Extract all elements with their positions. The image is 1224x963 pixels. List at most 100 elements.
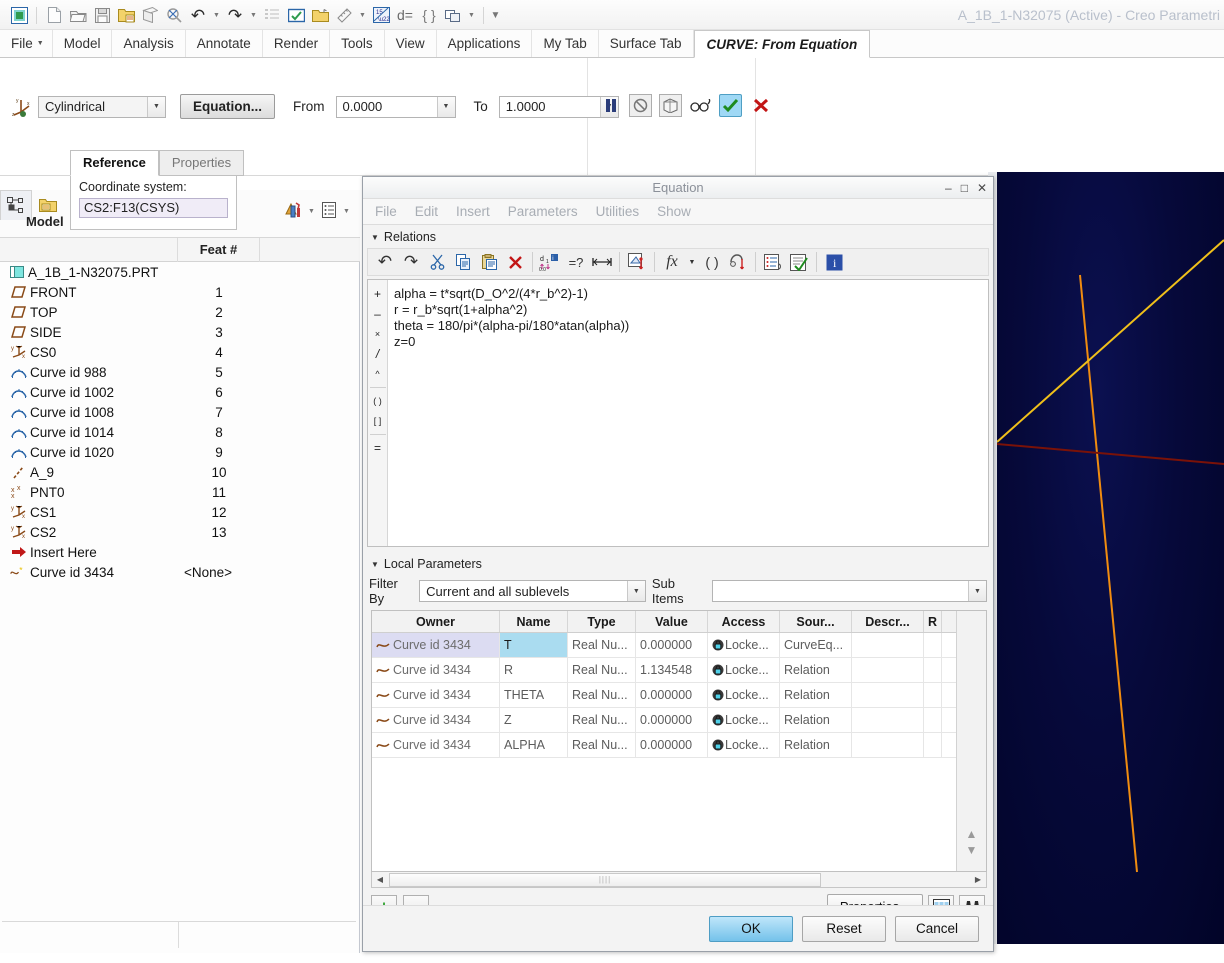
reference-tab[interactable]: Reference [70, 150, 159, 176]
lp-cell-access[interactable]: Locke... [708, 633, 780, 657]
save-icon[interactable] [91, 4, 113, 26]
lp-table-row[interactable]: Curve id 3434ALPHAReal Nu...0.000000Lock… [372, 733, 956, 758]
tree-row-cs0[interactable]: xyCS04 [2, 342, 358, 362]
lp-cell-name[interactable]: T [500, 633, 568, 657]
lp-table-row[interactable]: Curve id 3434ZReal Nu...0.000000Locke...… [372, 708, 956, 733]
lp-cell-source[interactable]: CurveEq... [780, 633, 852, 657]
window-dropdown-icon[interactable]: ▼ [466, 4, 477, 26]
lp-cell-access[interactable]: Locke... [708, 733, 780, 757]
lp-cell-restricted[interactable] [924, 683, 942, 707]
lp-cell-description[interactable] [852, 708, 924, 732]
lp-cell-type[interactable]: Real Nu... [568, 733, 636, 757]
lp-cell-owner[interactable]: Curve id 3434 [372, 708, 500, 732]
lp-cell-value[interactable]: 0.000000 [636, 633, 708, 657]
lp-cell-restricted[interactable] [924, 658, 942, 682]
switch-dimensions-icon[interactable]: d1i0.0 [537, 249, 563, 275]
insert-from-list-icon[interactable] [589, 249, 615, 275]
regenerate-icon[interactable] [163, 4, 185, 26]
ok-button[interactable]: OK [709, 916, 793, 942]
minimize-icon[interactable]: – [945, 182, 952, 194]
accept-check-icon[interactable] [719, 94, 742, 117]
customize-qat-icon[interactable]: ▼ [490, 4, 501, 26]
function-icon[interactable]: fx [659, 249, 685, 275]
function-dropdown-icon[interactable]: ▼ [685, 249, 699, 275]
lp-cell-restricted[interactable] [924, 708, 942, 732]
lp-col-header-value[interactable]: Value [636, 611, 708, 632]
3d-graphics-area[interactable] [997, 172, 1224, 944]
tab-surface-tab[interactable]: Surface Tab [599, 30, 694, 57]
move-up-icon[interactable]: ▲ [966, 827, 978, 841]
hscroll-track[interactable] [822, 873, 970, 887]
operator-power[interactable]: ^ [375, 364, 379, 384]
lp-cell-description[interactable] [852, 683, 924, 707]
lp-cell-access[interactable]: Locke... [708, 708, 780, 732]
sub-items-select[interactable]: ▼ [712, 580, 987, 602]
lp-cell-restricted[interactable] [924, 733, 942, 757]
lp-table-row[interactable]: Curve id 3434THETAReal Nu...0.000000Lock… [372, 683, 956, 708]
relations-section-header[interactable]: ▼ Relations [363, 228, 993, 246]
filter-by-select[interactable]: Current and all sublevels ▼ [419, 580, 646, 602]
window-icon[interactable] [442, 4, 464, 26]
select-items-icon[interactable] [285, 4, 307, 26]
tree-row-front[interactable]: FRONT1 [2, 282, 358, 302]
tree-row-curve-id-988[interactable]: Curve id 9885 [2, 362, 358, 382]
menu-parameters[interactable]: Parameters [508, 204, 578, 219]
tab-render[interactable]: Render [263, 30, 330, 57]
redo-dropdown-icon[interactable]: ▼ [248, 4, 259, 26]
menu-show[interactable]: Show [657, 204, 691, 219]
tab-my-tab[interactable]: My Tab [532, 30, 598, 57]
relations-icon[interactable]: d= [394, 4, 416, 26]
operator-parentheses[interactable]: ( ) [373, 391, 382, 411]
units-icon[interactable]: ( ) [699, 249, 725, 275]
tab-annotate[interactable]: Annotate [186, 30, 263, 57]
save-as-icon[interactable] [115, 4, 137, 26]
lp-cell-type[interactable]: Real Nu... [568, 658, 636, 682]
lp-cell-value[interactable]: 1.134548 [636, 658, 708, 682]
triangle-down-icon[interactable]: ▼ [371, 233, 379, 242]
operator-brackets[interactable]: [ ] [374, 411, 382, 431]
lp-cell-name[interactable]: THETA [500, 683, 568, 707]
lp-cell-type[interactable]: Real Nu... [568, 708, 636, 732]
menu-file[interactable]: File [375, 204, 397, 219]
lp-cell-value[interactable]: 0.000000 [636, 733, 708, 757]
lp-table-row[interactable]: Curve id 3434RReal Nu...1.134548Locke...… [372, 658, 956, 683]
parameter-pick-icon[interactable] [725, 249, 751, 275]
paste-icon[interactable] [476, 249, 502, 275]
delete-icon[interactable] [502, 249, 528, 275]
lp-cell-value[interactable]: 0.000000 [636, 683, 708, 707]
relations-list-icon[interactable] [760, 249, 786, 275]
triangle-down-icon[interactable]: ▼ [371, 560, 379, 569]
open-file-icon[interactable] [67, 4, 89, 26]
operator-plus[interactable]: + [374, 284, 381, 304]
lp-cell-description[interactable] [852, 658, 924, 682]
tree-row-a-1b-1-n32075-prt[interactable]: A_1B_1-N32075.PRT [2, 262, 358, 282]
creo-logo-icon[interactable] [8, 4, 30, 26]
redo-icon[interactable]: ↷ [398, 249, 424, 275]
scroll-right-icon[interactable]: ▶ [970, 875, 986, 884]
tree-row-curve-id-3434[interactable]: *Curve id 3434<None> [2, 562, 358, 582]
tree-row-top[interactable]: TOP2 [2, 302, 358, 322]
lp-cell-source[interactable]: Relation [780, 658, 852, 682]
chevron-down-icon[interactable]: ▼ [306, 201, 317, 223]
tree-row-curve-id-1014[interactable]: Curve id 10148 [2, 422, 358, 442]
parameters-icon[interactable]: { } [418, 4, 440, 26]
lp-cell-value[interactable]: 0.000000 [636, 708, 708, 732]
lp-col-header-r[interactable]: R [924, 611, 942, 632]
undo-icon[interactable]: ↶ [187, 4, 209, 26]
lp-cell-description[interactable] [852, 733, 924, 757]
tab-curve-from-equation[interactable]: CURVE: From Equation [694, 30, 871, 58]
tab-view[interactable]: View [385, 30, 437, 57]
copy-icon[interactable] [450, 249, 476, 275]
lp-col-header-owner[interactable]: Owner [372, 611, 500, 632]
tab-tools[interactable]: Tools [330, 30, 385, 57]
new-file-icon[interactable] [43, 4, 65, 26]
lp-col-header-sour[interactable]: Sour... [780, 611, 852, 632]
tree-row-pnt0[interactable]: xxxPNT011 [2, 482, 358, 502]
lp-cell-owner[interactable]: Curve id 3434 [372, 658, 500, 682]
tree-row-curve-id-1002[interactable]: Curve id 10026 [2, 382, 358, 402]
lp-cell-type[interactable]: Real Nu... [568, 683, 636, 707]
properties-tab[interactable]: Properties [159, 150, 244, 176]
scroll-left-icon[interactable]: ◀ [372, 875, 388, 884]
menu-insert[interactable]: Insert [456, 204, 490, 219]
move-down-icon[interactable]: ▼ [966, 843, 978, 857]
